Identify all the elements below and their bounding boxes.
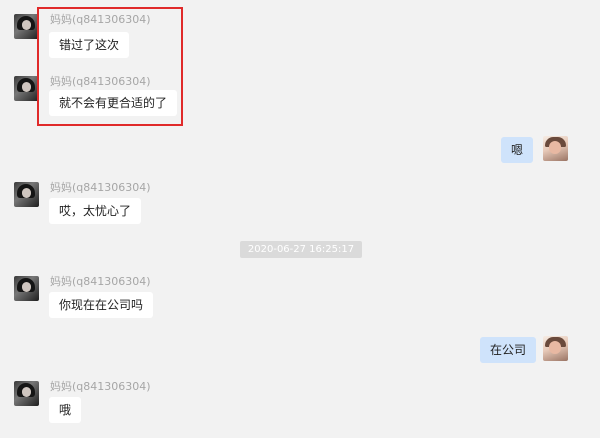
message-bubble[interactable]: 哦	[49, 397, 82, 423]
contact-avatar[interactable]	[14, 76, 39, 101]
self-avatar[interactable]	[543, 336, 568, 361]
self-message-bubble[interactable]: 嗯	[501, 137, 534, 163]
timestamp-divider: 2020-06-27 16:25:17	[240, 241, 362, 258]
self-message-bubble[interactable]: 在公司	[480, 337, 537, 363]
contact-nickname: 妈妈(q841306304)	[50, 380, 151, 393]
self-avatar[interactable]	[543, 136, 568, 161]
contact-avatar[interactable]	[14, 276, 39, 301]
contact-nickname: 妈妈(q841306304)	[50, 181, 151, 194]
contact-nickname: 妈妈(q841306304)	[50, 275, 151, 288]
chat-message-area: 妈妈(q841306304) 错过了这次 妈妈(q841306304) 就不会有…	[0, 0, 600, 438]
message-bubble[interactable]: 哎，太忧心了	[49, 198, 142, 224]
contact-avatar[interactable]	[14, 381, 39, 406]
contact-avatar[interactable]	[14, 14, 39, 39]
red-highlight-box	[37, 7, 183, 126]
contact-avatar[interactable]	[14, 182, 39, 207]
message-bubble[interactable]: 你现在在公司吗	[49, 292, 154, 318]
